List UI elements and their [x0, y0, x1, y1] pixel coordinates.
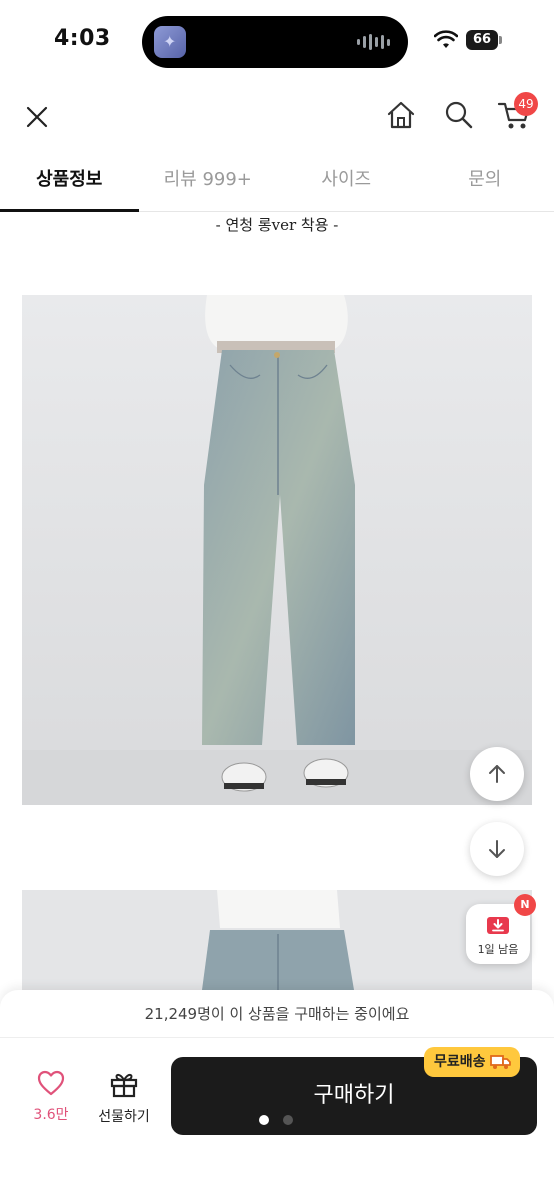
tab-product-info[interactable]: 상품정보 — [0, 150, 139, 212]
product-photo — [22, 295, 532, 805]
tab-inquiry[interactable]: 문의 — [416, 150, 554, 211]
page-dot-active — [259, 1115, 269, 1125]
coupon-download-icon — [487, 917, 509, 934]
search-icon[interactable] — [442, 98, 476, 132]
free-shipping-badge: 무료배송 — [424, 1047, 520, 1077]
scroll-top-button[interactable] — [470, 747, 524, 801]
audio-wave-icon — [357, 34, 390, 50]
top-navigation: 49 — [0, 84, 554, 150]
new-badge: N — [514, 894, 536, 916]
battery-indicator: 66 — [466, 30, 502, 50]
free-shipping-label: 무료배송 — [434, 1054, 486, 1070]
scroll-bottom-button[interactable] — [470, 822, 524, 876]
status-time: 4:03 — [54, 26, 111, 51]
tab-reviews[interactable]: 리뷰 999+ — [139, 150, 278, 211]
battery-level: 66 — [466, 30, 498, 50]
truck-icon — [489, 1055, 511, 1069]
tab-size[interactable]: 사이즈 — [277, 150, 416, 211]
purchase-bar: 21,249명이 이 상품을 구매하는 중이에요 3.6만 선물하기 구매하기 … — [0, 990, 554, 1200]
cart-count-badge: 49 — [514, 92, 538, 116]
product-tabs: 상품정보 리뷰 999+ 사이즈 문의 — [0, 150, 554, 212]
wifi-icon — [434, 30, 458, 48]
like-button[interactable]: 3.6만 — [26, 1070, 76, 1124]
page-dot — [283, 1115, 293, 1125]
heart-icon — [37, 1070, 65, 1096]
coupon-remaining-label: 1일 남음 — [477, 943, 519, 956]
product-photo — [22, 890, 532, 990]
arrow-up-icon — [489, 765, 505, 783]
status-bar: 4:03 ✦ 66 — [0, 0, 554, 84]
dynamic-island: ✦ — [142, 16, 408, 68]
like-count: 3.6만 — [33, 1107, 69, 1123]
gift-icon — [110, 1073, 138, 1098]
image-caption: - 연청 롱ver 착용 - — [215, 216, 339, 234]
product-page: 4:03 ✦ 66 49 상품정보 리뷰 999+ 사이즈 문의 - 연청 롱v… — [0, 0, 554, 1200]
pagination-dots — [259, 1115, 293, 1125]
home-icon[interactable] — [384, 98, 418, 132]
gift-label: 선물하기 — [98, 1109, 150, 1125]
arrow-down-icon — [489, 840, 505, 858]
now-playing-thumbnail: ✦ — [154, 26, 186, 58]
buyer-count-banner: 21,249명이 이 상품을 구매하는 중이에요 — [0, 990, 554, 1038]
close-icon[interactable] — [20, 100, 54, 134]
gift-button[interactable]: 선물하기 — [90, 1070, 158, 1126]
